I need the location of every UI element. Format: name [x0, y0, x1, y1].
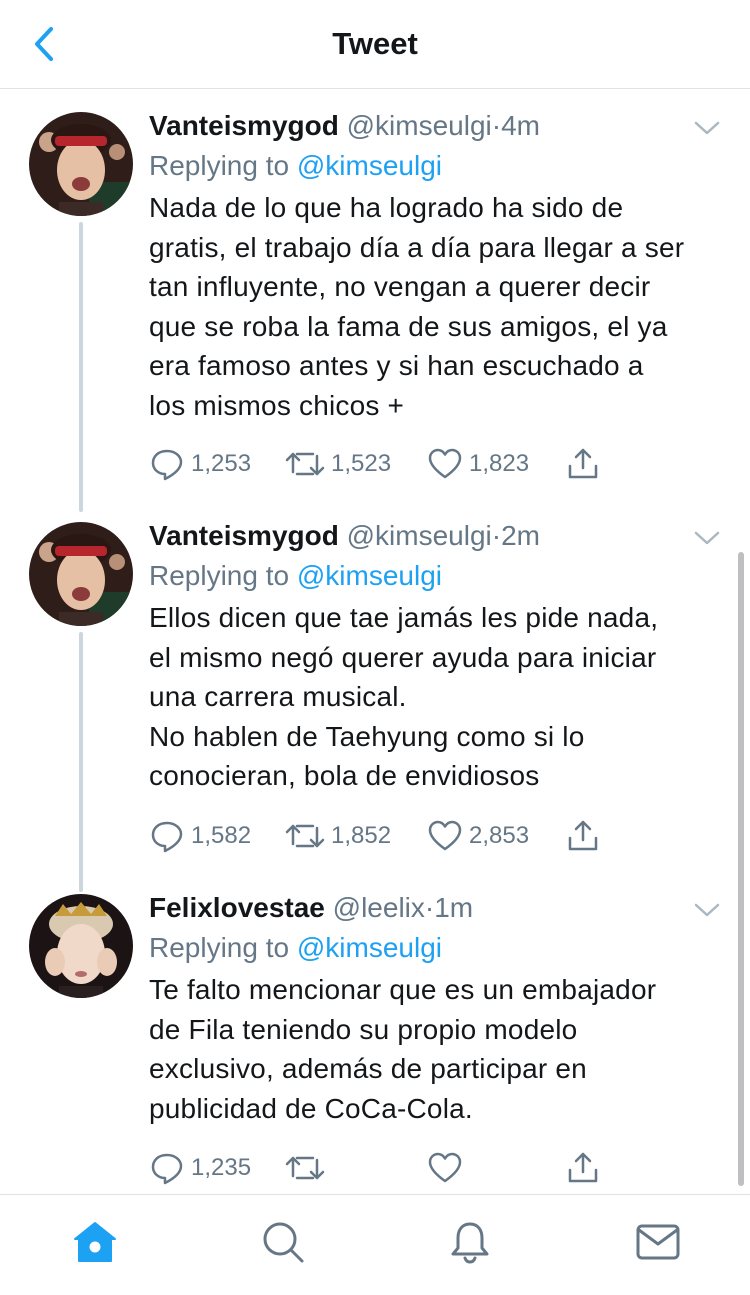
- share-icon: [568, 820, 598, 851]
- top-navigation-bar: Tweet: [0, 0, 750, 89]
- meta-separator: ·: [491, 110, 502, 141]
- search-icon: [263, 1222, 304, 1263]
- replying-to: Replying to @kimseulgi: [149, 558, 722, 594]
- bottom-tab-bar: [0, 1194, 750, 1295]
- display-name[interactable]: Vanteismygod: [149, 520, 339, 551]
- like-count: 1,823: [469, 450, 530, 477]
- notifications-icon: [451, 1222, 489, 1264]
- reply-icon: [151, 821, 183, 853]
- timestamp: 4m: [501, 110, 540, 141]
- retweet-button[interactable]: 1,523: [285, 444, 391, 484]
- reply-icon: [151, 449, 183, 481]
- replying-to: Replying to @kimseulgi: [149, 930, 722, 966]
- share-icon: [568, 448, 598, 479]
- retweet-icon: [285, 824, 325, 848]
- replying-to-label: Replying to: [149, 560, 297, 591]
- reply-count: 1,253: [191, 450, 252, 477]
- heart-icon: [428, 820, 462, 851]
- tweet-text: Nada de lo que ha logrado ha sido de gra…: [149, 192, 685, 421]
- tab-notifications[interactable]: [440, 1217, 500, 1267]
- tweet[interactable]: Vanteismygod @kimseulgi·2m Replying to @…: [0, 500, 750, 892]
- like-button[interactable]: 2,853: [427, 816, 529, 856]
- reply-count: 1,582: [191, 822, 252, 849]
- replying-to-link[interactable]: @kimseulgi: [297, 150, 442, 181]
- thread-connector: [79, 632, 83, 892]
- heart-icon: [428, 448, 462, 479]
- retweet-icon: [285, 452, 325, 476]
- scrollbar[interactable]: [738, 552, 744, 1186]
- reply-icon: [151, 1153, 183, 1185]
- handle[interactable]: @leelix: [333, 892, 425, 923]
- tweet-actions: 1,582 1,852 2,853: [149, 816, 709, 856]
- tweet-actions: 1,253 1,523 1,823: [149, 444, 709, 484]
- reply-button[interactable]: 1,582: [149, 816, 251, 856]
- replying-to-link[interactable]: @kimseulgi: [297, 932, 442, 963]
- reply-count: 1,235: [191, 1154, 252, 1181]
- tweet[interactable]: Felixlovestae @leelix·1m Replying to @ki…: [0, 872, 750, 1194]
- chevron-down-icon[interactable]: [692, 528, 722, 548]
- share-icon: [568, 1152, 598, 1183]
- retweet-button[interactable]: [285, 1148, 331, 1188]
- meta-separator: ·: [491, 520, 502, 551]
- tab-search[interactable]: [253, 1217, 313, 1267]
- avatar[interactable]: [29, 112, 133, 216]
- tweet-text: Te falto mencionar que es un embajador d…: [149, 974, 657, 1124]
- like-button[interactable]: [427, 1148, 469, 1188]
- heart-icon: [428, 1152, 462, 1183]
- chevron-down-icon[interactable]: [692, 900, 722, 920]
- timestamp: 1m: [434, 892, 474, 923]
- tab-messages[interactable]: [628, 1217, 688, 1267]
- like-button[interactable]: 1,823: [427, 444, 529, 484]
- replying-to-label: Replying to: [149, 932, 297, 963]
- avatar[interactable]: [29, 894, 133, 998]
- like-count: 2,853: [469, 822, 530, 849]
- retweet-count: 1,523: [331, 450, 392, 477]
- share-button[interactable]: [565, 816, 601, 856]
- timestamp: 2m: [501, 520, 540, 551]
- retweet-button[interactable]: 1,852: [285, 816, 391, 856]
- replying-to: Replying to @kimseulgi: [149, 148, 722, 184]
- reply-button[interactable]: 1,235: [149, 1148, 251, 1188]
- handle[interactable]: @kimseulgi: [347, 520, 492, 551]
- chevron-down-icon[interactable]: [692, 118, 722, 138]
- messages-icon: [636, 1224, 680, 1260]
- tweet-actions: 1,235: [149, 1148, 709, 1188]
- display-name[interactable]: Felixlovestae: [149, 892, 325, 923]
- retweet-icon: [285, 1156, 325, 1180]
- retweet-count: 1,852: [331, 822, 392, 849]
- replying-to-link[interactable]: @kimseulgi: [297, 560, 442, 591]
- home-icon: [74, 1222, 116, 1262]
- reply-button[interactable]: 1,253: [149, 444, 251, 484]
- share-button[interactable]: [565, 444, 601, 484]
- avatar[interactable]: [29, 522, 133, 626]
- share-button[interactable]: [565, 1148, 601, 1188]
- replying-to-label: Replying to: [149, 150, 297, 181]
- page-title: Tweet: [332, 26, 418, 61]
- display-name[interactable]: Vanteismygod: [149, 110, 339, 141]
- thread-connector: [79, 222, 83, 512]
- tweet[interactable]: Vanteismygod @kimseulgi·4m Replying to @…: [0, 90, 750, 512]
- handle[interactable]: @kimseulgi: [347, 110, 492, 141]
- tab-home[interactable]: [65, 1217, 125, 1267]
- meta-separator: ·: [424, 892, 435, 923]
- tweet-text: Ellos dicen que tae jamás les pide nada,…: [149, 602, 659, 791]
